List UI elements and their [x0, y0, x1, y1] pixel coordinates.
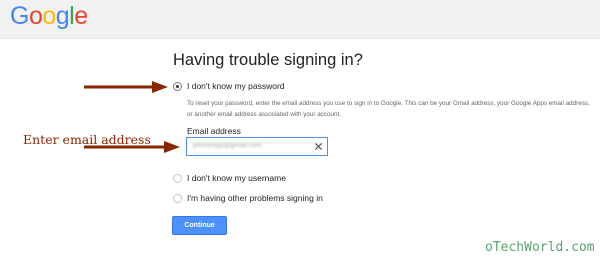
watermark: oTechWorld.com	[485, 240, 595, 255]
arrow-right-icon	[84, 81, 168, 93]
annotation-label: Enter email address	[23, 132, 151, 147]
